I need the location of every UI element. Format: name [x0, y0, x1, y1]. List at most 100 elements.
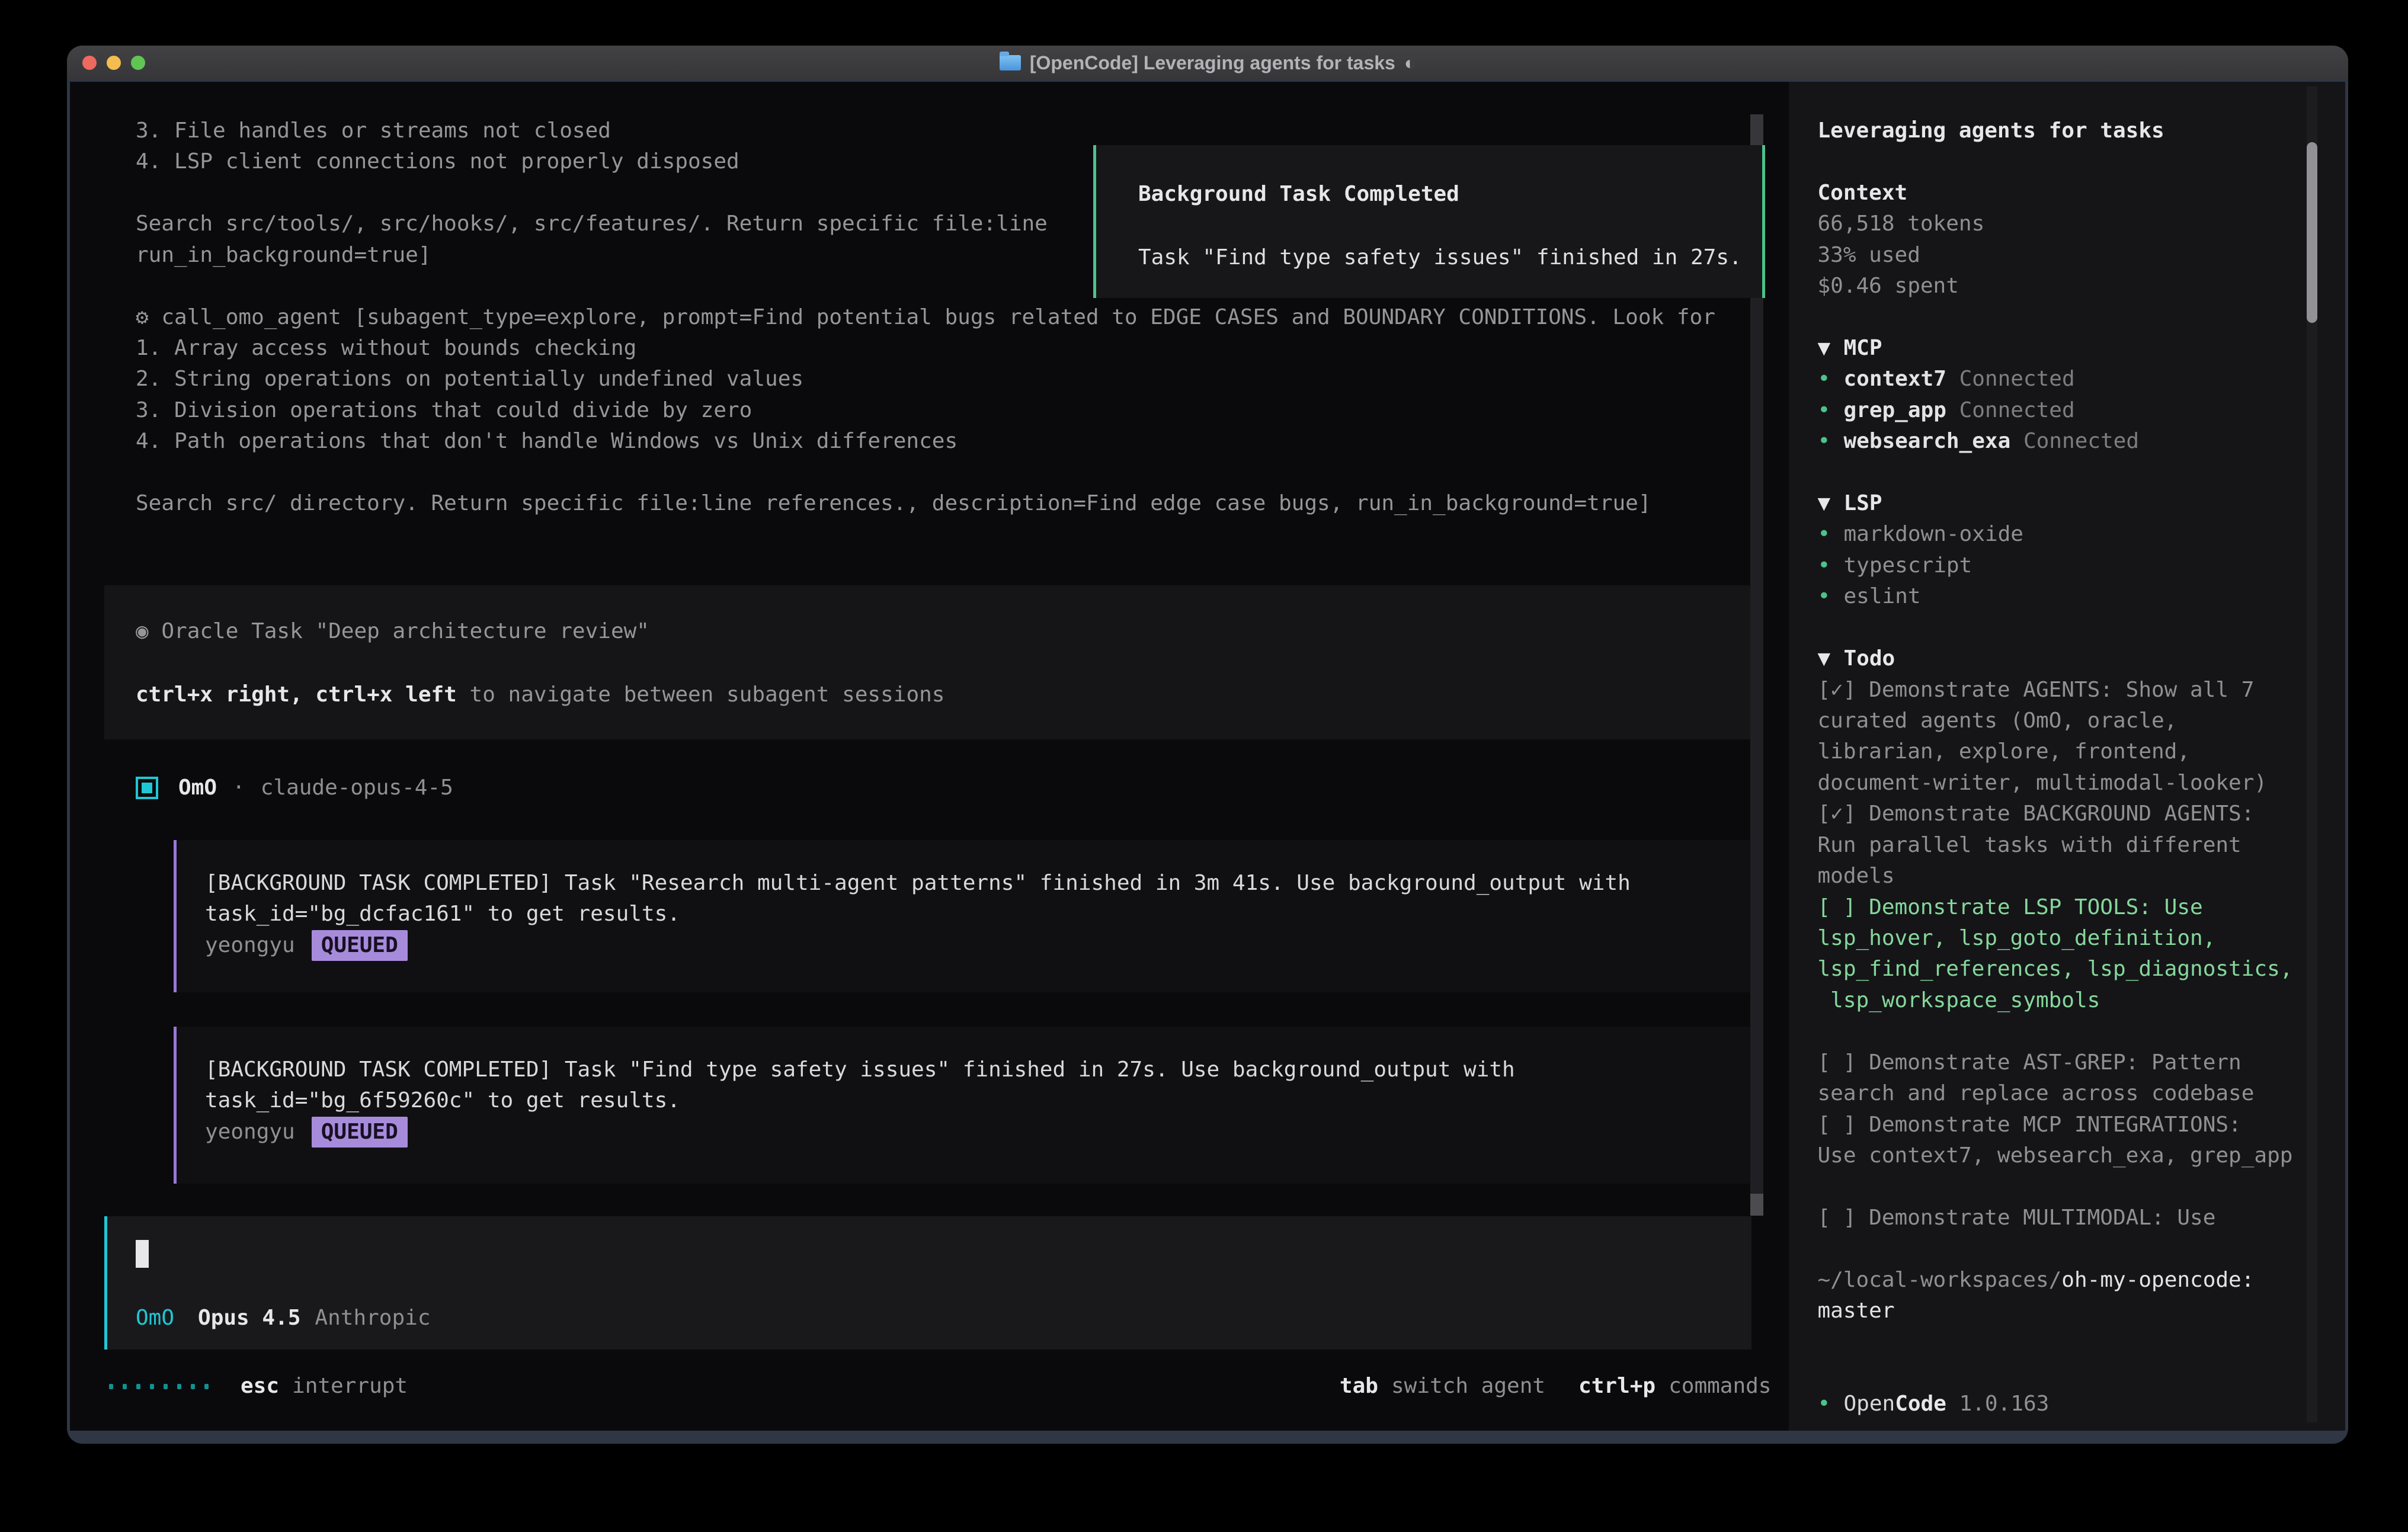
- background-task-message: [BACKGROUND TASK COMPLETED] Task "Resear…: [174, 840, 1751, 992]
- section-header-mcp[interactable]: ▼MCP: [1817, 333, 2292, 364]
- tab-key-label: switch agent: [1391, 1371, 1545, 1402]
- lsp-item: •eslint: [1817, 581, 2292, 612]
- prompt-input[interactable]: OmO Opus 4.5 Anthropic: [104, 1216, 1751, 1350]
- status-dot-icon: •: [1817, 581, 1843, 612]
- todo-line: models: [1817, 861, 2292, 892]
- esc-key-hint: esc: [241, 1371, 279, 1402]
- lsp-name: eslint: [1843, 584, 1920, 608]
- context-used: 33% used: [1817, 240, 2292, 271]
- dot-separator-icon: ·: [232, 773, 245, 803]
- provider-label: Anthropic: [315, 1303, 430, 1334]
- status-badge: QUEUED: [312, 1117, 408, 1148]
- terminal-line: 2. String operations on potentially unde…: [136, 364, 1715, 395]
- chevron-down-icon: ▼: [1817, 333, 1843, 364]
- message-line: task_id="bg_dcfac161" to get results.: [205, 899, 1751, 930]
- mcp-status: Connected: [2010, 429, 2139, 453]
- todo-line: [✓] Demonstrate AGENTS: Show all 7: [1817, 675, 2292, 706]
- agent-model: claude-opus-4-5: [261, 773, 453, 803]
- text-cursor: [136, 1240, 149, 1268]
- mcp-name: context7: [1843, 367, 1946, 391]
- todo-line: Run parallel tasks with different: [1817, 830, 2292, 861]
- todo-line: [ ] Demonstrate AST-GREP: Pattern: [1817, 1047, 2292, 1078]
- todo-line: librarian, explore, frontend,: [1817, 736, 2292, 767]
- section-header-todo[interactable]: ▼Todo: [1817, 643, 2292, 674]
- message-author: yeongyu: [205, 1120, 295, 1144]
- commands-key-label: commands: [1669, 1371, 1771, 1402]
- shortcut-description: to navigate between subagent sessions: [457, 682, 945, 707]
- todo-line: document-writer, multimodal-looker): [1817, 768, 2292, 799]
- background-task-toast[interactable]: Background Task Completed Task "Find typ…: [1093, 145, 1765, 298]
- oracle-session-icon: ◉: [136, 619, 149, 643]
- terminal-line: 3. Division operations that could divide…: [136, 395, 1715, 426]
- session-title: Leveraging agents for tasks: [1817, 116, 2292, 146]
- sidebar-scrollbar-thumb[interactable]: [2307, 142, 2317, 323]
- lsp-name: typescript: [1843, 553, 1972, 578]
- subagent-nav-hint: ctrl+x right, ctrl+x left to navigate be…: [136, 680, 944, 710]
- mcp-status: Connected: [1946, 398, 2075, 422]
- message-meta: yeongyu QUEUED: [205, 930, 1751, 961]
- chevron-down-icon: ▼: [1817, 488, 1843, 519]
- lsp-item: •markdown-oxide: [1817, 519, 2292, 550]
- workspace-path-prefix: ~/local-workspaces/: [1817, 1268, 2061, 1292]
- todo-line-active: [ ] Demonstrate LSP TOOLS: Use: [1817, 892, 2292, 923]
- sidebar-rows: Leveraging agents for tasks Context 66,5…: [1817, 116, 2292, 1420]
- window-title: [OpenCode] Leveraging agents for tasks: [1030, 52, 1395, 74]
- main-scrollbar-thumb-top[interactable]: [1750, 114, 1763, 145]
- status-dot-icon: •: [1817, 426, 1843, 457]
- terminal-blank-line: [136, 457, 1715, 488]
- tool-call-line: ⚙ call_omo_agent [subagent_type=explore,…: [136, 302, 1715, 333]
- section-header-lsp[interactable]: ▼LSP: [1817, 488, 2292, 519]
- context-tokens: 66,518 tokens: [1817, 209, 2292, 239]
- todo-line: [ ] Demonstrate MULTIMODAL: Use: [1817, 1203, 2292, 1233]
- message-line: [BACKGROUND TASK COMPLETED] Task "Find t…: [205, 1055, 1751, 1085]
- mcp-item: •grep_app Connected: [1817, 395, 2292, 426]
- status-dot-icon: •: [1817, 519, 1843, 550]
- message-line: [BACKGROUND TASK COMPLETED] Task "Resear…: [205, 868, 1751, 899]
- status-dot-icon: •: [1817, 364, 1843, 395]
- active-model-label: Opus 4.5: [198, 1303, 300, 1334]
- message-author: yeongyu: [205, 933, 295, 957]
- working-spinner-icon: [109, 1384, 209, 1389]
- mcp-status: Connected: [1946, 367, 2075, 391]
- terminal-line: 3. File handles or streams not closed: [136, 116, 1715, 146]
- session-sidebar: Leveraging agents for tasks Context 66,5…: [1789, 82, 2345, 1431]
- oracle-task-panel: ◉ Oracle Task "Deep architecture review"…: [104, 585, 1751, 739]
- chevron-down-icon: ▼: [1817, 643, 1843, 674]
- tool-call-text: call_omo_agent [subagent_type=explore, p…: [149, 305, 1715, 329]
- oracle-task-header: ◉ Oracle Task "Deep architecture review": [136, 616, 649, 647]
- commands-key-hint: ctrl+p: [1578, 1371, 1655, 1402]
- mcp-item: •websearch_exa Connected: [1817, 426, 2292, 457]
- agent-session-header[interactable]: OmO · claude-opus-4-5: [136, 773, 453, 803]
- terminal-line: 4. Path operations that don't handle Win…: [136, 426, 1715, 457]
- window-content: 3. File handles or streams not closed 4.…: [70, 82, 2345, 1431]
- toast-title: Background Task Completed: [1138, 179, 1459, 210]
- lsp-heading: LSP: [1843, 491, 1882, 515]
- main-scrollbar-thumb[interactable]: [1750, 1194, 1763, 1216]
- folder-icon: [1000, 55, 1021, 70]
- message-line: task_id="bg_6f59260c" to get results.: [205, 1085, 1751, 1116]
- shortcut-keys: ctrl+x right, ctrl+x left: [136, 682, 457, 707]
- status-badge: QUEUED: [312, 930, 408, 961]
- esc-key-label: interrupt: [292, 1371, 408, 1402]
- app-window: [OpenCode] Leveraging agents for tasks ◐…: [67, 46, 2348, 1444]
- tab-key-hint: tab: [1340, 1371, 1378, 1402]
- toast-body: Task "Find type safety issues" finished …: [1138, 242, 1742, 273]
- version-number: 1.0.163: [1946, 1392, 2049, 1416]
- mcp-name: websearch_exa: [1843, 429, 2010, 453]
- todo-line: [✓] Demonstrate BACKGROUND AGENTS:: [1817, 799, 2292, 829]
- agent-checkbox-icon: [136, 777, 158, 799]
- todo-line: search and replace across codebase: [1817, 1078, 2292, 1109]
- message-meta: yeongyu QUEUED: [205, 1117, 1751, 1148]
- workspace-repo: oh-my-opencode:: [2061, 1268, 2254, 1292]
- input-mode-line: OmO Opus 4.5 Anthropic: [136, 1303, 431, 1334]
- oracle-task-title: Oracle Task "Deep architecture review": [149, 619, 649, 643]
- mcp-name: grep_app: [1843, 398, 1946, 422]
- terminal-line: Search src/ directory. Return specific f…: [136, 488, 1715, 519]
- todo-line-active: lsp_workspace_symbols: [1817, 985, 2292, 1016]
- lsp-item: •typescript: [1817, 550, 2292, 581]
- todo-line-active: lsp_hover, lsp_goto_definition,: [1817, 923, 2292, 954]
- gear-icon: ⚙: [136, 305, 149, 329]
- context-spent: $0.46 spent: [1817, 271, 2292, 302]
- terminal-main-pane: 3. File handles or streams not closed 4.…: [70, 82, 1789, 1431]
- lsp-name: markdown-oxide: [1843, 522, 2023, 546]
